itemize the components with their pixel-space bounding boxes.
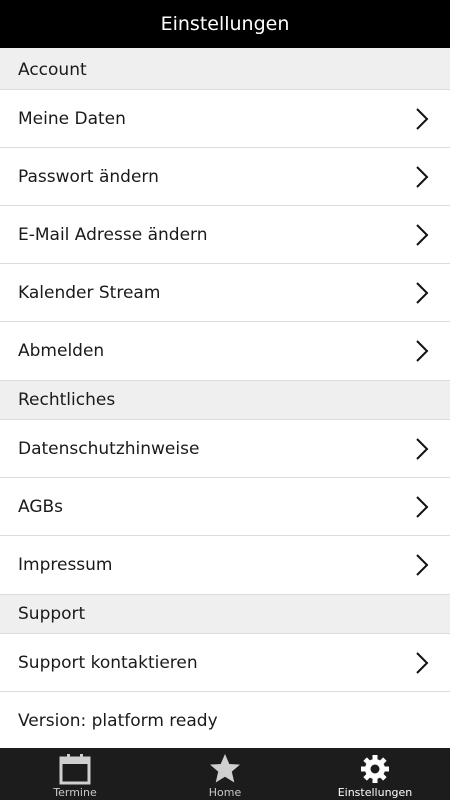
section-header-support: Support [0,594,450,634]
chevron-right-icon [414,222,430,248]
tab-bar: Termine Home Einstellungen [0,748,450,800]
app-header: Einstellungen [0,0,450,48]
tab-label: Einstellungen [337,786,413,799]
chevron-right-icon [414,164,430,190]
tab-label: Termine [53,786,97,799]
settings-item-email-aendern[interactable]: E-Mail Adresse ändern [0,206,450,264]
page-title: Einstellungen [160,13,290,35]
settings-item-support-kontaktieren[interactable]: Support kontaktieren [0,634,450,692]
tab-termine[interactable]: Termine [0,748,150,800]
tab-einstellungen[interactable]: Einstellungen [300,748,450,800]
gear-icon [360,753,390,785]
calendar-icon [59,753,91,785]
settings-item-impressum[interactable]: Impressum [0,536,450,594]
chevron-right-icon [414,106,430,132]
settings-item-label: E-Mail Adresse ändern [18,224,208,245]
version-text: Version: platform ready [18,711,218,731]
chevron-right-icon [414,494,430,520]
chevron-right-icon [414,650,430,676]
tab-home[interactable]: Home [150,748,300,800]
settings-item-agbs[interactable]: AGBs [0,478,450,536]
settings-item-label: Abmelden [18,341,105,361]
section-header-account: Account [0,48,450,90]
settings-item-label: Support kontaktieren [18,652,198,673]
settings-item-label: AGBs [18,496,64,517]
settings-item-label: Passwort ändern [18,166,159,187]
settings-item-label: Kalender Stream [18,282,161,303]
settings-item-meine-daten[interactable]: Meine Daten [0,90,450,148]
section-header-legal: Rechtliches [0,380,450,420]
chevron-right-icon [414,338,430,364]
chevron-right-icon [414,436,430,462]
settings-item-label: Meine Daten [18,108,126,129]
settings-item-datenschutz[interactable]: Datenschutzhinweise [0,420,450,478]
settings-item-passwort-aendern[interactable]: Passwort ändern [0,148,450,206]
settings-item-label: Datenschutzhinweise [18,438,200,459]
version-info: Version: platform ready [0,692,450,750]
settings-item-abmelden[interactable]: Abmelden [0,322,450,380]
tab-label: Home [208,786,242,799]
chevron-right-icon [414,280,430,306]
settings-item-kalender-stream[interactable]: Kalender Stream [0,264,450,322]
chevron-right-icon [414,552,430,578]
settings-item-label: Impressum [18,555,113,575]
settings-list: Account Meine Daten Passwort ändern E-Ma… [0,48,450,750]
star-icon [209,753,241,785]
